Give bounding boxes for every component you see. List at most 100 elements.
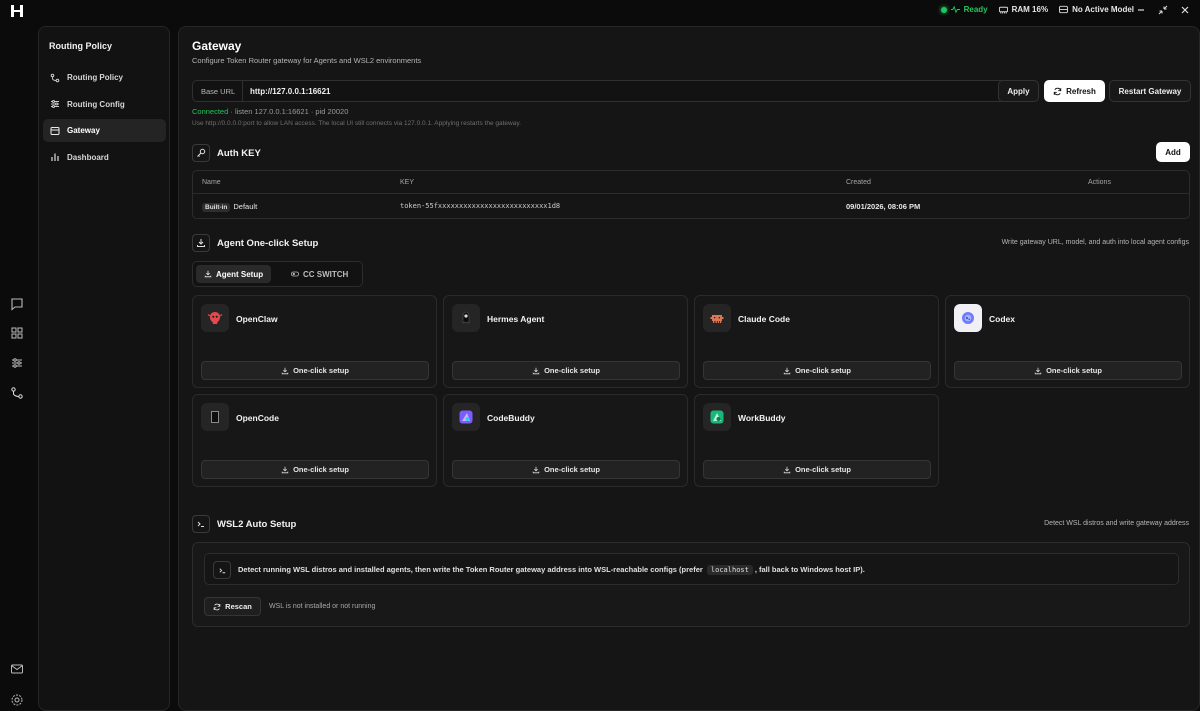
connection-status: Connected · listen 127.0.0.1:16621 · pid… <box>192 107 348 116</box>
tab-agent-setup[interactable]: Agent Setup <box>196 265 272 283</box>
lan-hint: Use http://0.0.0.0:port to allow LAN acc… <box>192 120 521 127</box>
key-value-cell: token-55fxxxxxxxxxxxxxxxxxxxxxxxxxx1d8 <box>400 202 561 210</box>
ram-label: RAM 16% <box>1011 5 1049 14</box>
one-click-setup-button[interactable]: One-click setup <box>452 361 680 380</box>
setup-button-label: One-click setup <box>795 366 851 375</box>
agent-setup-title: Agent One-click Setup <box>217 238 319 249</box>
refresh-button-label: Refresh <box>1066 86 1096 96</box>
refresh-icon <box>213 603 221 610</box>
status-dot-icon <box>940 6 947 13</box>
one-click-setup-button[interactable]: One-click setup <box>703 361 931 380</box>
memory-icon <box>998 6 1008 14</box>
column-actions: Actions <box>1088 179 1111 186</box>
terminal-icon <box>213 561 231 579</box>
sliders-icon[interactable] <box>10 356 24 370</box>
sidebar-item-gateway[interactable]: Gateway <box>43 119 166 142</box>
download-icon <box>783 367 791 374</box>
sidebar-item-dashboard[interactable]: Dashboard <box>43 146 166 169</box>
localhost-code: localhost <box>706 565 753 575</box>
setup-button-label: One-click setup <box>293 465 349 474</box>
connected-label: Connected <box>192 107 229 116</box>
base-url-field[interactable]: Base URL http://127.0.0.1:16621 <box>192 80 1010 102</box>
sidebar-item-routing-config[interactable]: Routing Config <box>43 93 166 116</box>
auth-key-table: Name KEY Created Actions Built-in Default… <box>192 170 1190 219</box>
one-click-setup-button[interactable]: One-click setup <box>201 460 429 479</box>
agent-card-hermes: Hermes Agent One-click setup <box>443 295 688 388</box>
agent-name: WorkBuddy <box>738 413 786 423</box>
built-in-badge: Built-in <box>202 203 231 212</box>
workbuddy-icon <box>703 403 731 431</box>
apply-button-label: Apply <box>1007 86 1030 96</box>
route-icon[interactable] <box>10 386 24 400</box>
agent-card-workbuddy: WorkBuddy One-click setup <box>694 394 939 487</box>
close-icon[interactable] <box>1180 5 1190 15</box>
codex-icon <box>954 304 982 332</box>
agent-card-codex: Codex One-click setup <box>945 295 1190 388</box>
ram-usage: RAM 16% <box>998 5 1049 14</box>
restart-gateway-label: Restart Gateway <box>1118 86 1182 96</box>
wsl-text-after: , fall back to Windows host IP). <box>754 565 865 574</box>
one-click-setup-button[interactable]: One-click setup <box>703 460 931 479</box>
table-header: Name KEY Created Actions <box>193 171 1189 194</box>
grid-icon[interactable] <box>10 326 24 340</box>
download-icon <box>783 466 791 473</box>
tab-label: CC SWITCH <box>303 269 349 279</box>
download-icon <box>532 466 540 473</box>
one-click-setup-button[interactable]: One-click setup <box>452 460 680 479</box>
one-click-setup-button[interactable]: One-click setup <box>201 361 429 380</box>
agent-name: Codex <box>989 314 1015 324</box>
settings-gear-icon[interactable] <box>10 693 24 707</box>
ready-label: Ready <box>963 5 988 14</box>
minimize-icon[interactable] <box>1136 5 1146 15</box>
one-click-setup-button[interactable]: One-click setup <box>954 361 1182 380</box>
listen-info: · listen 127.0.0.1:16621 · pid 20020 <box>228 107 349 116</box>
page-title: Gateway <box>192 39 242 53</box>
download-icon <box>192 234 210 252</box>
setup-button-label: One-click setup <box>544 366 600 375</box>
terminal-icon <box>192 515 210 533</box>
status-area: Ready RAM 16% No Active Model <box>940 5 1134 14</box>
refresh-icon <box>1053 87 1062 95</box>
wsl-info: Detect running WSL distros and installed… <box>204 553 1179 585</box>
column-name: Name <box>202 179 221 186</box>
restart-gateway-button[interactable]: Restart Gateway <box>1109 80 1191 102</box>
base-url-input[interactable]: http://127.0.0.1:16621 <box>243 87 330 96</box>
active-model-label: No Active Model <box>1072 5 1134 14</box>
model-icon <box>1059 5 1069 14</box>
auth-key-title: Auth KEY <box>217 148 261 159</box>
apply-button[interactable]: Apply <box>998 80 1039 102</box>
gateway-panel: Gateway Configure Token Router gateway f… <box>178 26 1200 711</box>
base-url-label: Base URL <box>193 81 243 101</box>
sidebar-item-label: Routing Policy <box>67 73 123 82</box>
wsl-title: WSL2 Auto Setup <box>217 519 297 530</box>
download-icon <box>532 367 540 374</box>
setup-button-label: One-click setup <box>293 366 349 375</box>
sidebar-title: Routing Policy <box>49 41 112 51</box>
agent-card-openclaw: OpenClaw One-click setup <box>192 295 437 388</box>
claude-icon <box>703 304 731 332</box>
icon-rail <box>0 22 34 711</box>
agent-name: Hermes Agent <box>487 314 545 324</box>
download-icon <box>1034 367 1042 374</box>
tab-cc-switch[interactable]: CC SWITCH <box>283 265 356 283</box>
mail-icon[interactable] <box>10 662 24 676</box>
rescan-button[interactable]: Rescan <box>204 597 261 616</box>
wsl-panel: Detect running WSL distros and installed… <box>192 542 1190 627</box>
gateway-icon <box>50 126 60 135</box>
chat-icon[interactable] <box>10 297 24 311</box>
column-key: KEY <box>400 179 415 186</box>
active-model[interactable]: No Active Model <box>1059 5 1134 14</box>
wsl-info-text: Detect running WSL distros and installed… <box>238 565 865 575</box>
agent-card-claude-code: Claude Code One-click setup <box>694 295 939 388</box>
rescan-label: Rescan <box>225 602 252 611</box>
collapse-icon[interactable] <box>1158 5 1168 15</box>
sidebar-item-routing-policy[interactable]: Routing Policy <box>43 66 166 89</box>
hermes-icon <box>452 304 480 332</box>
add-key-label: Add <box>1165 147 1181 157</box>
add-key-button[interactable]: Add <box>1156 142 1190 162</box>
refresh-button[interactable]: Refresh <box>1044 80 1105 102</box>
agent-name: OpenCode <box>236 413 279 423</box>
route-icon <box>50 73 60 82</box>
agent-setup-tabs: Agent Setup CC SWITCH <box>192 261 363 287</box>
wsl-description: Detect WSL distros and write gateway add… <box>1044 520 1189 527</box>
